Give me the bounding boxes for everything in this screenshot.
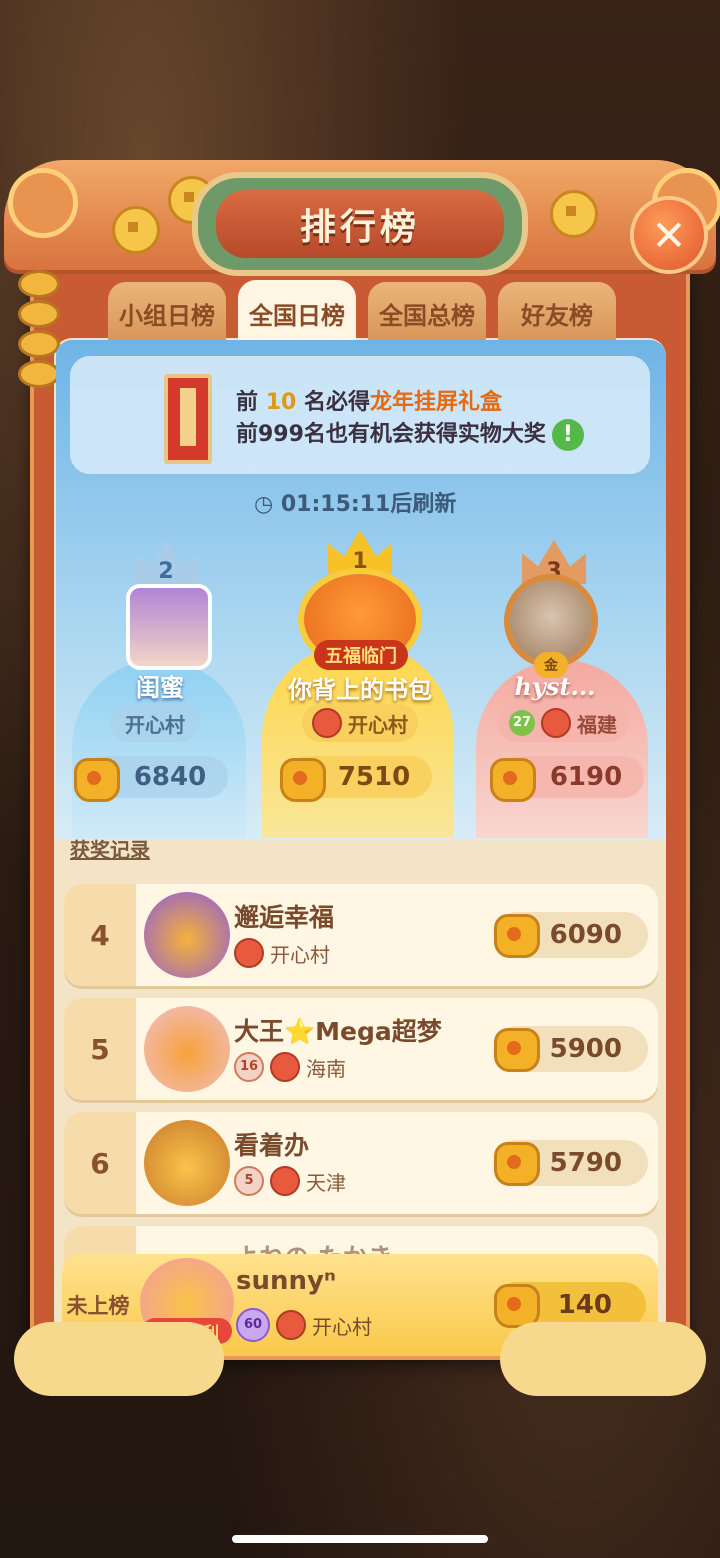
lion-icon xyxy=(270,1052,300,1082)
roof-curl-left xyxy=(8,168,78,238)
rank-number: 4 xyxy=(64,884,136,986)
village-pill-first: 开心村 xyxy=(302,704,418,742)
lion-icon xyxy=(270,1166,300,1196)
avatar-second[interactable] xyxy=(126,584,212,670)
alert-icon[interactable]: ! xyxy=(551,419,584,451)
village-pill-third: 27 福建 xyxy=(498,704,628,742)
avatar[interactable] xyxy=(144,892,230,978)
player-name-second: 闺蜜 xyxy=(136,674,184,702)
tab-national-daily[interactable]: 全国日榜 xyxy=(238,280,356,346)
tab-group-daily[interactable]: 小组日榜 xyxy=(108,282,226,344)
avatar-frame-banner: 五福临门 xyxy=(314,640,408,670)
lion-icon xyxy=(312,708,342,738)
coin-decoration xyxy=(550,190,598,238)
player-name-first: 你背上的书包 xyxy=(288,676,432,704)
coin-string-decoration xyxy=(18,270,60,388)
rank-number: 6 xyxy=(64,1112,136,1214)
player-info: 开心村 xyxy=(234,938,330,968)
clock-icon: ◷ xyxy=(254,492,274,517)
money-bag-icon xyxy=(494,1142,540,1186)
player-info: 5 天津 xyxy=(234,1166,346,1196)
tab-label: 好友榜 xyxy=(521,301,593,330)
lion-icon xyxy=(234,938,264,968)
banner-line-2: 前999名也有机会获得实物大奖! xyxy=(236,416,584,451)
player-info: 16 海南 xyxy=(234,1052,346,1082)
level-badge: 60 xyxy=(236,1308,270,1342)
player-name: 邂逅幸福 xyxy=(234,903,335,932)
cloud-decoration xyxy=(500,1322,706,1396)
tab-friends[interactable]: 好友榜 xyxy=(498,282,616,344)
leaderboard-row[interactable]: 4 邂逅幸福 开心村 6090 xyxy=(64,884,658,986)
close-icon: ✕ xyxy=(651,210,687,260)
title-plate: 排行榜 xyxy=(198,178,522,270)
refresh-timer: ◷ 01:15:11后刷新 xyxy=(254,492,457,517)
banner-line-1: 前 10 名必得龙年挂屏礼盒 xyxy=(236,390,503,415)
avatar[interactable] xyxy=(144,1006,230,1092)
lion-icon xyxy=(276,1310,306,1340)
coin-decoration xyxy=(112,206,160,254)
money-bag-icon xyxy=(494,1028,540,1072)
award-record-link[interactable]: 获奖记录 xyxy=(70,834,150,863)
cloud-decoration xyxy=(14,1322,224,1396)
tab-label: 全国日榜 xyxy=(249,301,345,330)
lion-icon xyxy=(541,708,571,738)
level-badge: 16 xyxy=(234,1052,264,1082)
page-title: 排行榜 xyxy=(299,207,420,248)
player-name-third: hyst... xyxy=(514,672,596,701)
money-bag-icon xyxy=(74,758,120,802)
level-badge: 27 xyxy=(509,710,535,736)
my-info: 60 开心村 xyxy=(236,1308,372,1342)
close-button[interactable]: ✕ xyxy=(634,200,704,270)
prize-scroll-image xyxy=(164,374,212,464)
leaderboard-row[interactable]: 6 看着办 5 天津 5790 xyxy=(64,1112,658,1214)
money-bag-icon xyxy=(280,758,326,802)
money-bag-icon xyxy=(494,914,540,958)
village-pill-second: 开心村 xyxy=(110,704,200,742)
avatar[interactable] xyxy=(144,1120,230,1206)
rank-number: 5 xyxy=(64,998,136,1100)
money-bag-icon xyxy=(490,758,536,802)
leaderboard-row[interactable]: 5 大王⭐Mega超梦 16 海南 5900 xyxy=(64,998,658,1100)
tab-national-total[interactable]: 全国总榜 xyxy=(368,282,486,344)
avatar-third[interactable] xyxy=(510,580,592,662)
level-badge: 5 xyxy=(234,1166,264,1196)
tab-label: 全国总榜 xyxy=(379,301,475,330)
player-name: 看着办 xyxy=(234,1131,310,1160)
my-name: sunnyⁿ xyxy=(236,1266,336,1296)
tab-label: 小组日榜 xyxy=(119,301,215,330)
player-name: 大王⭐Mega超梦 xyxy=(234,1017,442,1046)
home-indicator[interactable] xyxy=(232,1535,488,1543)
